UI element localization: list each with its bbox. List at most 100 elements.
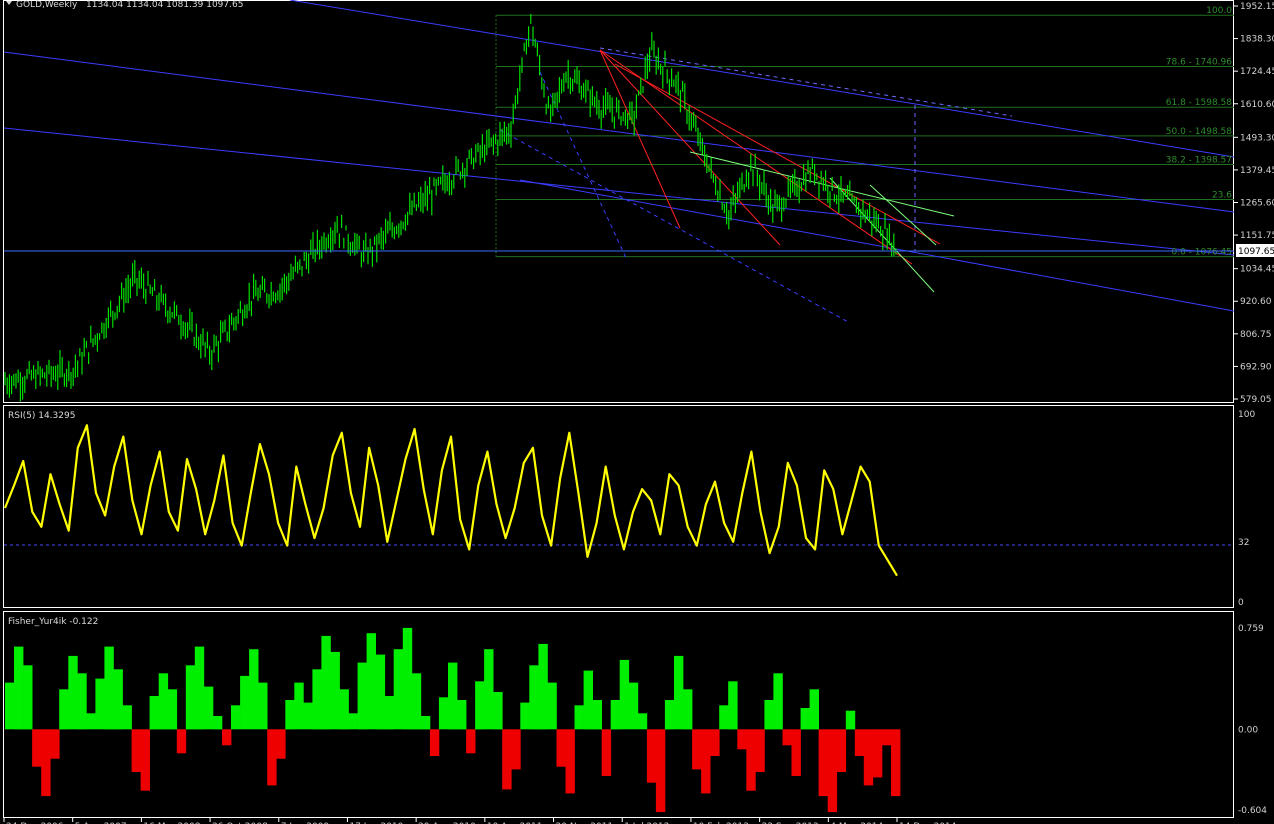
fisher-bar	[674, 655, 684, 730]
fisher-bar	[556, 729, 566, 767]
fisher-bar	[429, 729, 440, 756]
chart-canvas: 100.0 78.6 - 1740.96 61.8 - 1598.58 50.0 - …	[0, 0, 1274, 824]
price-tick-label: 1838.30	[1240, 35, 1274, 45]
fisher-tick-label: 0.00	[1238, 725, 1258, 735]
fib-level-label: 23.6	[1212, 191, 1232, 201]
fisher-bar	[655, 729, 666, 813]
price-tick-label: 1151.75	[1240, 231, 1274, 241]
fisher-bar	[294, 682, 304, 730]
fisher-bar	[50, 729, 60, 759]
fisher-bar	[131, 729, 141, 772]
fisher-bar	[782, 729, 792, 746]
fisher-bar	[330, 651, 340, 730]
fisher-bar	[321, 635, 331, 730]
fisher-bar	[529, 665, 539, 730]
fisher-bar	[438, 697, 449, 730]
fisher-bar	[872, 729, 883, 778]
fisher-bar	[818, 729, 828, 797]
fisher-bar	[303, 702, 313, 730]
fisher-bar	[764, 700, 774, 730]
fisher-bar	[592, 700, 602, 730]
fisher-bar	[511, 729, 521, 770]
rsi-tick-label: 0	[1238, 598, 1244, 608]
fisher-bar	[538, 643, 548, 730]
fisher-bar	[231, 705, 241, 730]
fisher-bar	[448, 662, 458, 730]
fisher-bar	[158, 673, 169, 730]
fisher-bar	[619, 659, 630, 730]
fisher-bar	[646, 729, 657, 783]
fisher-bar	[23, 665, 33, 730]
fisher-bar	[574, 705, 584, 730]
fib-level-label: 0.0 - 1076.45	[1172, 248, 1233, 258]
fisher-bar	[267, 729, 277, 786]
fisher-bar	[881, 729, 892, 746]
fisher-bar	[113, 669, 123, 730]
fisher-bar	[122, 705, 132, 730]
symbol-label: GOLD,Weekly	[16, 0, 78, 10]
fisher-bar	[222, 729, 232, 746]
fisher-bar	[520, 702, 530, 730]
fib-level-label: 100.0	[1206, 6, 1232, 16]
price-tick-label: 920.60	[1240, 297, 1272, 307]
fisher-bar	[194, 646, 205, 730]
fisher-bar	[493, 692, 503, 730]
fisher-bar	[484, 649, 494, 730]
fisher-bar	[746, 729, 756, 791]
price-tick-label: 1952.15	[1240, 2, 1274, 12]
fisher-bar	[466, 729, 476, 754]
current-price-label: 1097.65	[1238, 247, 1274, 257]
fisher-bar	[249, 649, 259, 730]
fisher-bar	[167, 689, 178, 730]
fisher-bar	[276, 729, 286, 759]
fisher-bar	[68, 655, 78, 730]
fisher-bar	[366, 633, 376, 730]
fisher-bar	[755, 729, 765, 772]
fisher-bar	[140, 729, 150, 791]
fisher-bar	[375, 654, 386, 730]
price-tick-label: 579.05	[1240, 395, 1272, 405]
fisher-bar	[719, 705, 729, 730]
fisher-bar	[86, 713, 96, 730]
fisher-bar	[791, 729, 801, 776]
fisher-bar	[384, 696, 395, 730]
fisher-bar	[203, 686, 214, 730]
fisher-bar	[402, 627, 413, 730]
fisher-bar	[610, 700, 621, 730]
fisher-bar	[104, 646, 114, 730]
fisher-bar	[800, 708, 810, 730]
fisher-bar	[240, 675, 250, 730]
fisher-bar	[348, 713, 358, 730]
fisher-bar	[258, 682, 268, 730]
fib-level-label: 78.6 - 1740.96	[1166, 57, 1232, 67]
fisher-bar	[5, 682, 15, 730]
rsi-title: RSI(5) 14.3295	[8, 411, 75, 421]
price-tick-label: 806.75	[1240, 330, 1272, 340]
fisher-bar	[863, 729, 874, 786]
fisher-bar	[59, 689, 69, 730]
price-tick-label: 1265.60	[1240, 199, 1274, 209]
fisher-bar	[14, 646, 24, 730]
fib-level-label: 50.0 - 1498.58	[1166, 127, 1232, 137]
fisher-bar	[664, 700, 675, 730]
fisher-bar	[737, 729, 747, 750]
price-tick-label: 692.90	[1240, 362, 1272, 372]
fisher-bar	[41, 729, 51, 797]
rsi-tick-label: 100	[1238, 410, 1255, 420]
fisher-bar	[773, 673, 783, 730]
fisher-bar	[339, 689, 349, 730]
fisher-bar	[393, 649, 404, 730]
fisher-bar	[285, 700, 295, 730]
fisher-bar	[710, 729, 720, 756]
fisher-bar	[891, 729, 901, 797]
fib-level-label: 38.2 - 1398.57	[1166, 155, 1232, 165]
fisher-bar	[628, 682, 639, 730]
price-tick-label: 1493.30	[1240, 133, 1274, 143]
fisher-bar	[32, 729, 42, 767]
fisher-bar	[583, 670, 593, 730]
fib-level-label: 61.8 - 1598.58	[1166, 98, 1232, 108]
fisher-bar	[637, 713, 648, 730]
ohlc-label: 1134.04 1134.04 1081.39 1097.65	[86, 0, 243, 10]
fisher-bar	[701, 729, 711, 794]
fisher-tick-label: -0.604	[1238, 806, 1267, 816]
